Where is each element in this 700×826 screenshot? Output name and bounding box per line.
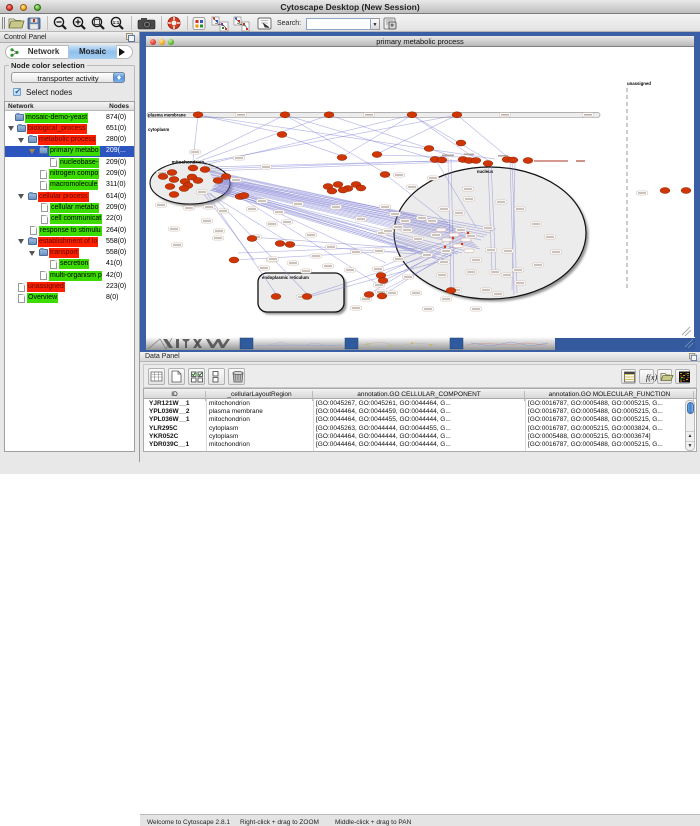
svg-text:f(x): f(x)	[646, 373, 657, 382]
svg-text:endoplasmic reticulum: endoplasmic reticulum	[262, 275, 309, 280]
svg-text:mitochondrion: mitochondrion	[172, 160, 205, 165]
svg-text:1:1: 1:1	[113, 20, 120, 25]
svg-text:plasma membrane: plasma membrane	[148, 113, 186, 118]
svg-text:cytoplasm: cytoplasm	[148, 127, 169, 132]
svg-text:unassigned: unassigned	[627, 81, 651, 86]
